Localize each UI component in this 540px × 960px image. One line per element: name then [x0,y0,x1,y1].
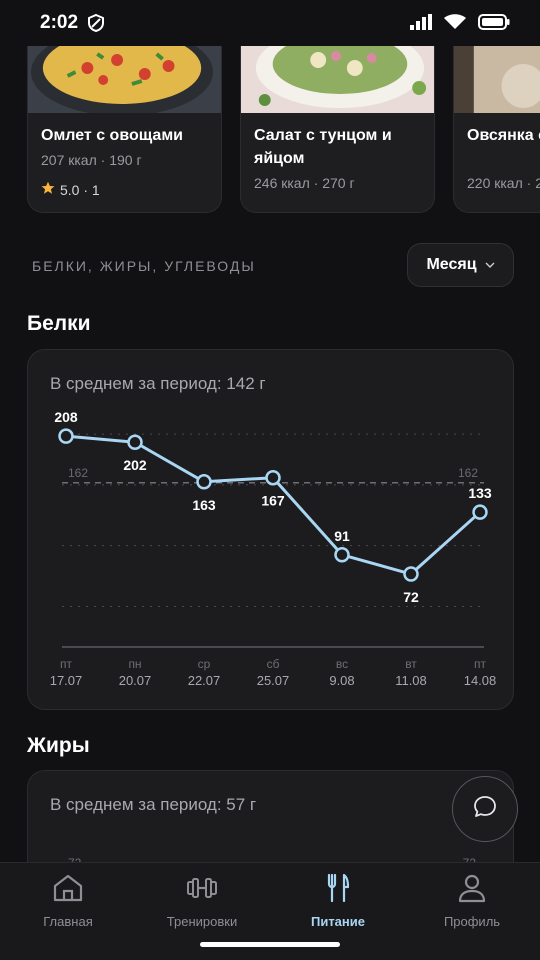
data-label: 91 [334,528,350,544]
data-label: 208 [54,409,78,425]
chat-button[interactable] [452,776,518,842]
data-label: 163 [192,497,216,513]
dumbbell-icon [185,873,219,908]
person-icon [457,873,487,908]
shield-icon [86,13,106,38]
section-caption: БЕЛКИ, ЖИРЫ, УГЛЕВОДЫ [32,258,256,274]
nav-label: Тренировки [166,914,238,929]
x-tick-date: 25.07 [257,673,290,688]
recipe-image [241,46,434,113]
recipe-card[interactable]: Салат с тунцом и яйцом 246 ккал · 270 г [240,46,435,213]
data-point [472,504,488,520]
recipe-title: Салат с тунцом и яйцом [254,127,392,167]
x-tick-date: 14.08 [464,673,497,688]
proteins-chart-card: В среднем за период: 142 г 162 162 208 202 1… [27,349,514,710]
nav-label: Питание [310,914,365,929]
nav-item-home[interactable]: Главная [8,873,128,929]
fats-title: Жиры [27,734,90,757]
data-label: 72 [403,589,419,605]
recipe-title: Овсянка с яблоком [467,127,540,144]
x-tick-day: вт [405,657,417,671]
nav-item-workouts[interactable]: Тренировки [142,873,262,929]
reference-label-left: 162 [68,466,88,480]
status-bar: 2:02 [0,0,540,46]
recipe-image [454,46,540,113]
battery-icon [478,14,510,35]
chat-bubble-icon [472,794,498,825]
recipe-image [28,46,221,113]
proteins-title: Белки [27,312,91,335]
x-tick-day: пт [60,657,72,671]
recipe-meta: 207 ккал · 190 г [41,152,142,168]
recipe-rating: 5.0 · 1 [41,181,100,198]
x-tick-date: 11.08 [395,673,427,688]
data-point [196,474,212,490]
data-point [58,428,74,444]
home-indicator[interactable] [200,942,340,947]
signal-icon [410,14,432,35]
data-label: 133 [468,485,492,501]
fork-knife-icon [323,873,353,908]
data-label: 167 [261,493,285,509]
data-point [403,566,419,582]
data-point [127,434,143,450]
status-time: 2:02 [40,12,79,33]
x-tick-day: ср [198,657,211,671]
x-tick-day: вс [336,657,348,671]
x-tick-date: 22.07 [188,673,221,688]
star-icon [41,181,55,198]
x-tick-day: пн [128,657,141,671]
proteins-line-chart[interactable]: 162 162 208 202 163 167 91 72 133 пт пн ср сб вс вт пт 1… [28,350,514,710]
rating-value: 5.0 · 1 [60,181,100,198]
recipe-title: Омлет с овощами [41,127,183,144]
period-label: Месяц [426,256,477,273]
data-label: 202 [123,457,147,473]
data-point [265,469,281,486]
period-select[interactable]: Месяц [407,243,514,287]
recipe-carousel[interactable]: Омлет с овощами 207 ккал · 190 г 5.0 · 1… [0,46,540,216]
x-tick-date: 17.07 [50,673,83,688]
x-tick-day: пт [474,657,486,671]
recipe-meta: 246 ккал · 270 г [254,175,355,191]
nav-label: Профиль [443,914,501,929]
nav-label: Главная [43,914,93,929]
nav-item-profile[interactable]: Профиль [412,873,532,929]
recipe-card[interactable]: Омлет с овощами 207 ккал · 190 г 5.0 · 1 [27,46,222,213]
recipe-meta: 220 ккал · 250 г [467,175,540,191]
x-tick-date: 20.07 [119,673,152,688]
wifi-icon [444,14,466,35]
reference-label-right: 162 [458,466,478,480]
x-tick-date: 9.08 [329,673,354,688]
x-tick-day: сб [267,657,280,671]
chevron-down-icon [485,256,495,274]
nav-item-nutrition[interactable]: Питание [278,873,398,929]
recipe-card[interactable]: Овсянка с яблоком 220 ккал · 250 г [453,46,540,213]
data-point [334,547,350,563]
home-icon [52,873,84,908]
